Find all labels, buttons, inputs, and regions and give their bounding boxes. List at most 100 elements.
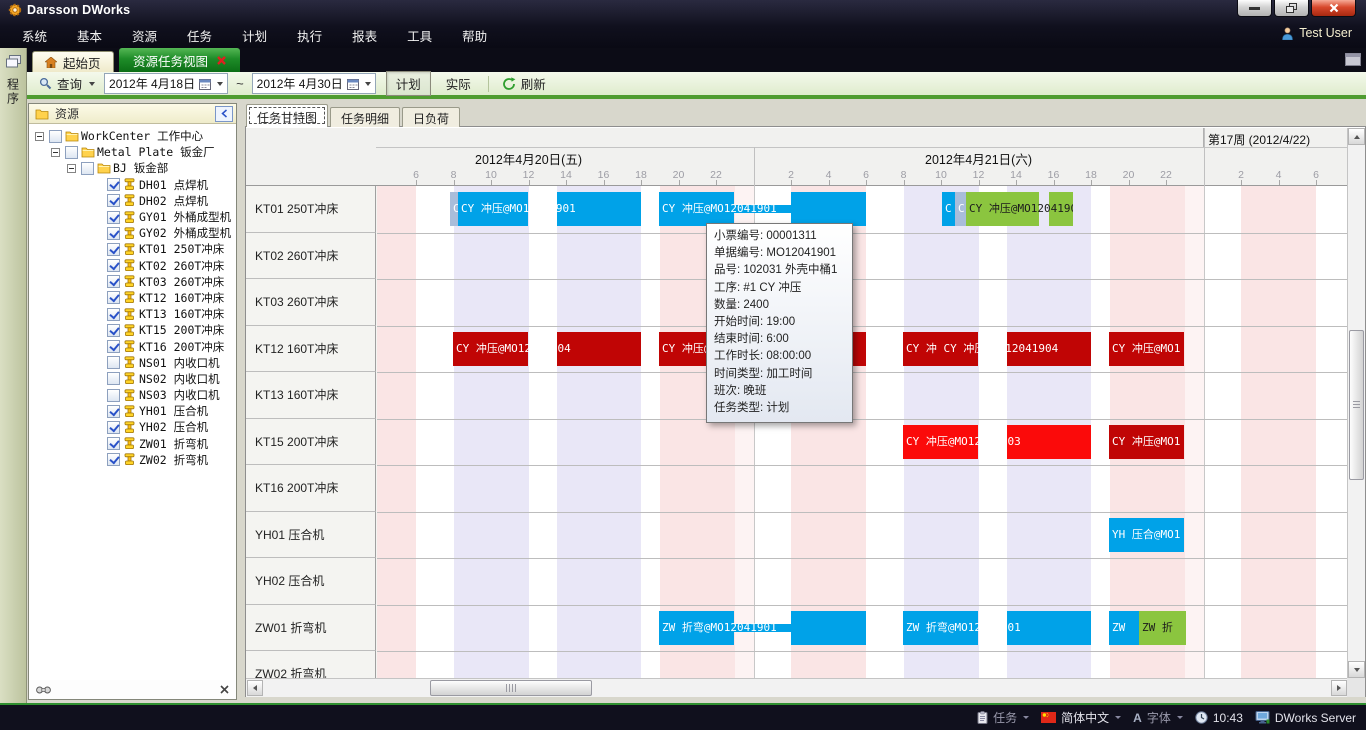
gantt-task-bar-kt01[interactable]: C <box>942 192 955 226</box>
checkbox-ns01[interactable] <box>107 356 120 369</box>
chevron-down-icon[interactable] <box>89 82 95 86</box>
checkbox-dh02[interactable] <box>107 194 120 207</box>
tree-node-gy02[interactable]: GY02 外桶成型机 <box>29 225 236 241</box>
panel-layout-icon[interactable] <box>1345 53 1361 71</box>
scroll-down-button[interactable] <box>1348 661 1365 678</box>
gantt-task-bar-kt15[interactable]: CY 冲压@MO1 <box>1109 425 1184 459</box>
tree-node-dh02[interactable]: DH02 点焊机 <box>29 193 236 209</box>
tree-node-kt15[interactable]: KT15 200T冲床 <box>29 322 236 338</box>
chevron-down-icon[interactable] <box>217 82 223 86</box>
menu-item-0[interactable]: 系统 <box>7 22 62 48</box>
gantt-task-bar-kt12[interactable]: CY 冲 CY 冲压@MO12041904 <box>903 332 1091 366</box>
current-user[interactable]: Test User <box>1281 26 1352 40</box>
menu-item-3[interactable]: 任务 <box>172 22 227 48</box>
status-language[interactable]: 简体中文 <box>1041 709 1121 726</box>
vertical-scrollbar[interactable] <box>1347 128 1365 678</box>
close-tab-icon[interactable] <box>217 56 226 65</box>
checkbox-metal[interactable] <box>65 146 78 159</box>
tree-node-zw02[interactable]: ZW02 折弯机 <box>29 452 236 468</box>
tab-start-page[interactable]: 起始页 <box>32 51 114 72</box>
plan-toggle-button[interactable]: 计划 <box>386 71 431 96</box>
tree-node-ns03[interactable]: NS03 内收口机 <box>29 387 236 403</box>
tree-node-workcenter[interactable]: WorkCenter 工作中心 <box>29 128 236 144</box>
menu-item-1[interactable]: 基本 <box>62 22 117 48</box>
collapse-minus-icon[interactable] <box>35 132 44 141</box>
checkbox-zw01[interactable] <box>107 437 120 450</box>
checkbox-kt16[interactable] <box>107 340 120 353</box>
gantt-task-bar-kt12[interactable]: CY 冲压@MO12041904 <box>453 332 641 366</box>
tree-node-kt13[interactable]: KT13 160T冲床 <box>29 306 236 322</box>
vertical-scroll-thumb[interactable] <box>1349 330 1364 480</box>
gantt-task-bar-zw01[interactable]: ZW 折弯@MO12041901 <box>903 611 1091 645</box>
clear-filter-x-icon[interactable] <box>220 685 229 694</box>
status-task-menu[interactable]: 任务 <box>977 709 1029 726</box>
gantt-task-bar-zw01[interactable]: ZW 折弯@MO12041901 <box>659 611 866 645</box>
checkbox-zw02[interactable] <box>107 453 120 466</box>
checkbox-kt01[interactable] <box>107 243 120 256</box>
tab-daily-load[interactable]: 日负荷 <box>402 107 460 127</box>
find-binoculars-icon[interactable] <box>36 685 51 695</box>
date-from-field[interactable]: 2012年 4月18日 <box>104 73 228 94</box>
tree-node-kt02[interactable]: KT02 260T冲床 <box>29 258 236 274</box>
tree-node-yh02[interactable]: YH02 压合机 <box>29 419 236 435</box>
gantt-task-bar-kt01[interactable]: C <box>450 192 458 226</box>
menu-item-2[interactable]: 资源 <box>117 22 172 48</box>
scroll-up-button[interactable] <box>1348 128 1365 145</box>
checkbox-kt02[interactable] <box>107 259 120 272</box>
checkbox-ns02[interactable] <box>107 372 120 385</box>
chevron-down-icon[interactable] <box>365 82 371 86</box>
menu-item-8[interactable]: 帮助 <box>447 22 502 48</box>
menu-item-6[interactable]: 报表 <box>337 22 392 48</box>
scroll-right-button[interactable] <box>1331 680 1347 696</box>
refresh-button[interactable]: 刷新 <box>497 72 551 95</box>
calendar-icon[interactable] <box>199 78 211 90</box>
menu-item-5[interactable]: 执行 <box>282 22 337 48</box>
collapse-minus-icon[interactable] <box>51 148 60 157</box>
horizontal-scrollbar[interactable] <box>246 678 1348 697</box>
tab-task-gantt[interactable]: 任务甘特图 <box>246 104 328 127</box>
tree-node-zw01[interactable]: ZW01 折弯机 <box>29 436 236 452</box>
tree-node-kt01[interactable]: KT01 250T冲床 <box>29 241 236 257</box>
menu-item-4[interactable]: 计划 <box>227 22 282 48</box>
tree-node-ns02[interactable]: NS02 内收口机 <box>29 371 236 387</box>
scroll-left-button[interactable] <box>247 680 263 696</box>
status-font[interactable]: A 字体 <box>1133 709 1183 726</box>
gantt-task-bar-kt12[interactable]: CY 冲压@MO1 <box>1109 332 1184 366</box>
checkbox-kt12[interactable] <box>107 291 120 304</box>
tree-node-kt16[interactable]: KT16 200T冲床 <box>29 338 236 354</box>
gantt-task-bar-kt01[interactable]: C <box>955 192 966 226</box>
checkbox-kt15[interactable] <box>107 324 120 337</box>
checkbox-kt13[interactable] <box>107 308 120 321</box>
gantt-task-bar-kt15[interactable]: CY 冲压@MO12041903 <box>903 425 1091 459</box>
checkbox-workcenter[interactable] <box>49 130 62 143</box>
tab-resource-task-view[interactable]: 资源任务视图 <box>119 48 240 72</box>
status-server[interactable]: DWorks Server <box>1255 711 1356 725</box>
date-to-field[interactable]: 2012年 4月30日 <box>252 73 376 94</box>
checkbox-kt03[interactable] <box>107 275 120 288</box>
actual-toggle-button[interactable]: 实际 <box>437 72 480 95</box>
minimize-button[interactable] <box>1237 0 1272 17</box>
gantt-task-bar-zw01[interactable]: ZW 折 <box>1139 611 1186 645</box>
horizontal-scroll-thumb[interactable] <box>430 680 592 696</box>
calendar-icon[interactable] <box>347 78 359 90</box>
checkbox-yh02[interactable] <box>107 421 120 434</box>
menu-item-7[interactable]: 工具 <box>392 22 447 48</box>
gantt-task-bar-kt01[interactable]: CY 冲压@MO12041901 <box>659 192 866 226</box>
gantt-task-bar-yh01[interactable]: YH 压合@MO1 <box>1109 518 1184 552</box>
gantt-task-bar-zw01[interactable]: ZW <box>1109 611 1139 645</box>
tree-node-yh01[interactable]: YH01 压合机 <box>29 403 236 419</box>
close-button[interactable] <box>1311 0 1356 17</box>
collapse-panel-button[interactable] <box>215 106 233 122</box>
tab-task-detail[interactable]: 任务明细 <box>330 107 400 127</box>
tree-node-metal[interactable]: Metal Plate 钣金厂 <box>29 144 236 160</box>
tree-node-gy01[interactable]: GY01 外桶成型机 <box>29 209 236 225</box>
tree-node-bj[interactable]: BJ 钣金部 <box>29 160 236 176</box>
restore-button[interactable] <box>1274 0 1309 17</box>
collapsed-program-panel[interactable]: 程序 <box>0 48 27 703</box>
checkbox-gy02[interactable] <box>107 227 120 240</box>
checkbox-gy01[interactable] <box>107 211 120 224</box>
tree-node-ns01[interactable]: NS01 内收口机 <box>29 355 236 371</box>
tree-node-kt03[interactable]: KT03 260T冲床 <box>29 274 236 290</box>
checkbox-bj[interactable] <box>81 162 94 175</box>
gantt-task-bar-kt01[interactable]: CY 冲压@MO12041901 <box>458 192 641 226</box>
